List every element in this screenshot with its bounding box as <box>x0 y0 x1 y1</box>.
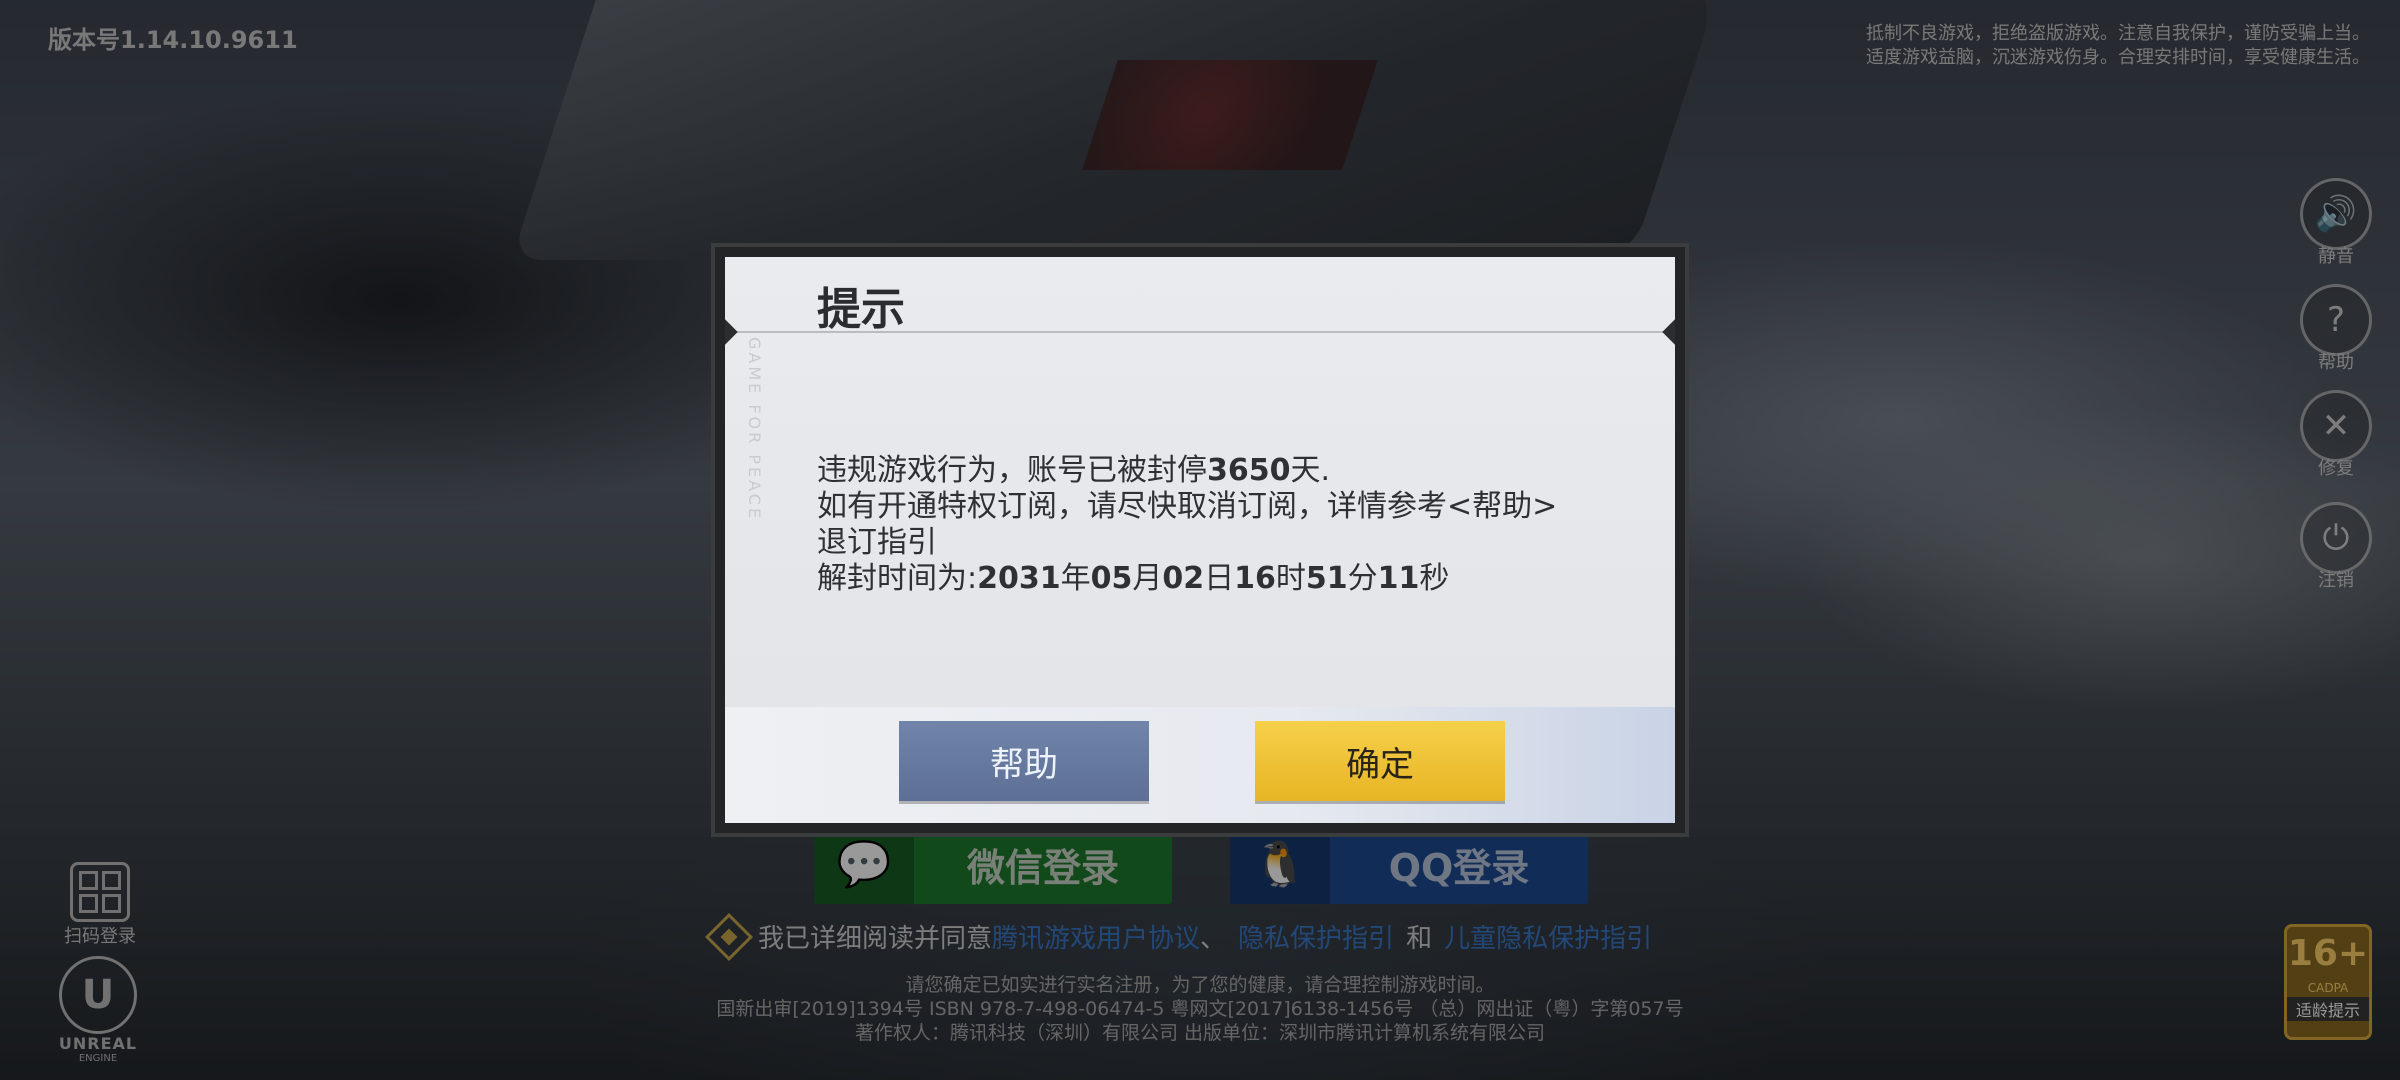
ban-days: 3650 <box>1207 453 1291 488</box>
dialog-watermark: GAME FOR PEACE <box>745 337 764 522</box>
unban-time-prefix: 解封时间为: <box>817 561 978 596</box>
unit-year: 年 <box>1060 561 1091 596</box>
unban-day: 02 <box>1162 561 1205 596</box>
subscription-line: 如有开通特权订阅，请尽快取消订阅，详情参考<帮助> <box>817 489 1558 524</box>
unban-year: 2031 <box>977 561 1061 596</box>
unsubscribe-guide-line: 退订指引 <box>817 525 937 560</box>
unban-second: 11 <box>1377 561 1420 596</box>
ban-reason-line: 违规游戏行为，账号已被封停3650天. <box>817 453 1557 489</box>
dialog-footer: 帮助 确定 <box>725 707 1675 823</box>
dialog-panel: 提示 GAME FOR PEACE 违规游戏行为，账号已被封停3650天. 如有… <box>725 257 1675 823</box>
ban-notice-dialog: 提示 GAME FOR PEACE 违规游戏行为，账号已被封停3650天. 如有… <box>711 243 1689 837</box>
unban-time-line: 解封时间为:2031年05月02日16时51分11秒 <box>817 561 1557 597</box>
unit-day: 日 <box>1204 561 1235 596</box>
unit-second: 秒 <box>1419 561 1450 596</box>
dialog-title: 提示 <box>817 284 905 335</box>
help-button[interactable]: 帮助 <box>899 721 1149 801</box>
unban-hour: 16 <box>1234 561 1276 596</box>
unban-minute: 51 <box>1305 561 1348 596</box>
divider-notch-left <box>725 319 738 345</box>
ban-reason-text: 违规游戏行为，账号已被封停 <box>817 453 1207 488</box>
ban-days-unit: 天. <box>1290 453 1331 488</box>
unban-month: 05 <box>1090 561 1133 596</box>
dialog-divider <box>725 331 1675 333</box>
divider-notch-right <box>1662 319 1675 345</box>
unit-month: 月 <box>1132 561 1163 596</box>
dialog-message: 违规游戏行为，账号已被封停3650天. 如有开通特权订阅，请尽快取消订阅，详情参… <box>817 453 1557 597</box>
confirm-button[interactable]: 确定 <box>1255 721 1505 801</box>
unit-minute: 分 <box>1347 561 1378 596</box>
unit-hour: 时 <box>1275 561 1306 596</box>
